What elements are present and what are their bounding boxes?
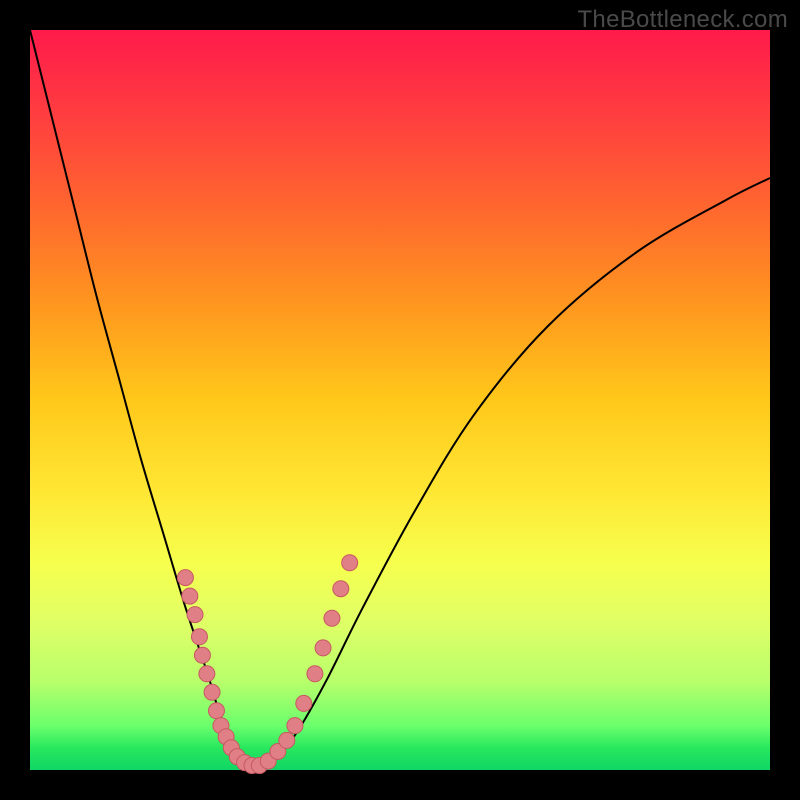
data-marker <box>315 640 331 656</box>
chart-frame: TheBottleneck.com <box>0 0 800 800</box>
data-marker <box>204 684 220 700</box>
data-marker <box>342 555 358 571</box>
data-marker <box>324 610 340 626</box>
data-marker <box>333 581 349 597</box>
data-marker <box>287 718 303 734</box>
data-marker <box>187 607 203 623</box>
curve-svg <box>30 30 770 770</box>
data-marker <box>296 695 312 711</box>
data-marker <box>199 666 215 682</box>
data-marker <box>194 647 210 663</box>
data-marker <box>191 629 207 645</box>
data-marker <box>177 570 193 586</box>
data-marker <box>279 732 295 748</box>
data-marker <box>307 666 323 682</box>
bottleneck-curve-path <box>30 30 770 766</box>
watermark-text: TheBottleneck.com <box>577 6 788 34</box>
plot-area <box>30 30 770 770</box>
data-marker <box>182 588 198 604</box>
data-marker <box>208 703 224 719</box>
